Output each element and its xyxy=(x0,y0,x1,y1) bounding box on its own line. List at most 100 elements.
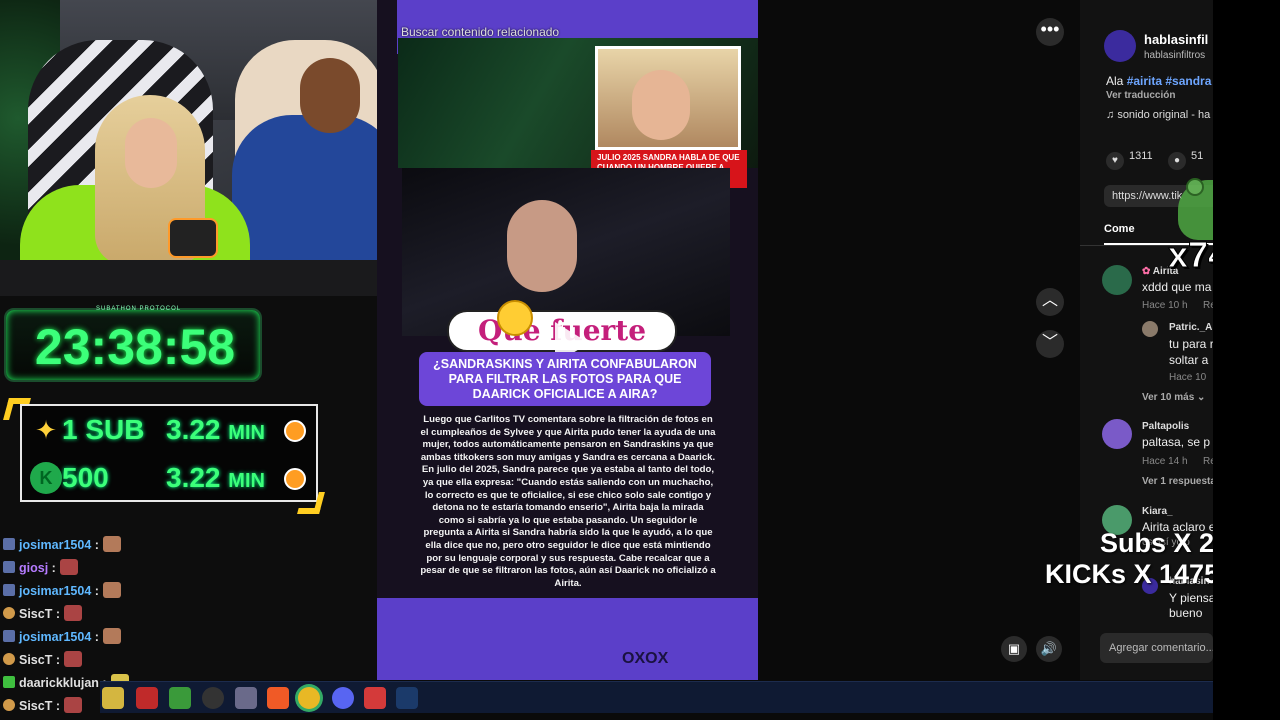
video-body-text: Luego que Carlitos TV comentara sobre la… xyxy=(420,414,716,589)
reply-link[interactable]: Re xyxy=(1203,456,1213,467)
chevron-down-icon: ⌄ xyxy=(1197,392,1206,403)
chat-message: SiscT : xyxy=(3,603,82,625)
emote-icon xyxy=(102,582,121,598)
timer-label: SUBATHON PROTOCOL xyxy=(96,306,182,312)
video-player[interactable]: Buscar contenido relacionado JULIO 2025 … xyxy=(377,0,758,680)
chat-username[interactable]: SiscT xyxy=(19,653,52,667)
brave-browser-icon[interactable] xyxy=(267,687,289,709)
app-icon[interactable] xyxy=(235,687,257,709)
chat-username[interactable]: josimar1504 xyxy=(19,538,91,552)
rate-quantity: 500 xyxy=(62,462,109,493)
chat-username[interactable]: SiscT xyxy=(19,607,52,621)
comment-author[interactable]: Kiara_ xyxy=(1142,506,1173,517)
emote-icon xyxy=(64,605,82,621)
discord-icon[interactable] xyxy=(332,687,354,709)
volume-button[interactable]: 🔊 xyxy=(1036,636,1062,662)
rate-quantity: 1 SUB xyxy=(62,414,145,445)
flower-icon: ✿ xyxy=(1142,266,1153,277)
chat-username[interactable]: josimar1504 xyxy=(19,584,91,598)
app-icon[interactable] xyxy=(136,687,158,709)
video-headline: ¿SANDRASKINS Y AIRITA CONFABULARON PARA … xyxy=(419,352,711,406)
hashtag-links[interactable]: #airita #sandra xyxy=(1127,74,1212,88)
subathon-timer: SUBATHON PROTOCOL 23:38:58 xyxy=(4,306,262,382)
screen-edge xyxy=(1213,0,1280,720)
clock-icon xyxy=(284,468,306,490)
chat-username[interactable]: daarickklujan xyxy=(19,676,99,690)
view-more-replies[interactable]: Ver 10 más ⌄ xyxy=(1142,392,1205,403)
related-search-input[interactable]: Buscar contenido relacionado xyxy=(401,25,559,39)
emote-icon xyxy=(102,536,121,552)
chat-username[interactable]: giosj xyxy=(19,561,48,575)
reply-text: bueno xyxy=(1169,606,1203,620)
app-icon[interactable] xyxy=(364,687,386,709)
add-comment-input[interactable]: Agregar comentario... xyxy=(1100,633,1213,663)
rate-row-kicks: K 500 3.22 MIN xyxy=(22,456,318,500)
streamer-right-face xyxy=(300,58,360,133)
badge-icon xyxy=(3,630,15,642)
reply-link[interactable]: Re xyxy=(1203,300,1213,311)
next-video-button[interactable]: ﹀ xyxy=(1036,330,1064,358)
pip-button[interactable]: ▣ xyxy=(1001,636,1027,662)
reply-text: Y piensa xyxy=(1169,591,1213,605)
badge-icon xyxy=(3,561,15,573)
comment-icon: ● xyxy=(1168,152,1186,170)
creator-handle: hablasinfiltros xyxy=(1144,50,1206,61)
desk xyxy=(0,260,398,296)
chat-message: giosj : xyxy=(3,557,78,579)
footer-doodle-text: OXOX xyxy=(622,650,669,667)
chat-username[interactable]: SiscT xyxy=(19,699,52,713)
like-button[interactable]: ♥ 1311 xyxy=(1106,150,1153,170)
rate-row-sub: ✦ 1 SUB 3.22 MIN xyxy=(22,408,318,452)
comment-avatar[interactable] xyxy=(1102,265,1132,295)
view-replies[interactable]: Ver 1 respuesta xyxy=(1142,476,1213,487)
emote-icon xyxy=(64,697,82,713)
comment-count-button[interactable]: ● 51 xyxy=(1168,150,1203,170)
badge-icon xyxy=(3,584,15,596)
obs-icon[interactable] xyxy=(202,687,224,709)
rate-time: 3.22 MIN xyxy=(166,462,265,493)
timer-digits: 23:38:58 xyxy=(34,319,236,375)
kick-logo-icon: K xyxy=(30,462,62,494)
chat-message: josimar1504 : xyxy=(3,626,121,648)
video-footer-graphic xyxy=(377,598,758,680)
badge-icon xyxy=(3,676,15,688)
comment-time: Hace 14 h xyxy=(1142,456,1188,467)
translate-link[interactable]: Ver traducción xyxy=(1106,90,1175,101)
badge-icon xyxy=(3,653,15,665)
tab-comments[interactable]: Come xyxy=(1104,223,1135,235)
stream-screen: SUBATHON PROTOCOL 23:38:58 ✦ 1 SUB 3.22 … xyxy=(0,0,1280,720)
chat-message: SiscT : xyxy=(3,649,82,671)
clock-icon xyxy=(284,420,306,442)
reply-avatar[interactable] xyxy=(1142,321,1158,337)
webcam-feed xyxy=(0,0,398,296)
chrome-icon[interactable] xyxy=(298,687,320,709)
sparkle-icon: ✦ xyxy=(35,415,57,445)
chat-message: josimar1504 : xyxy=(3,534,121,556)
video-photo-face xyxy=(632,70,690,140)
chat-message: josimar1504 : xyxy=(3,580,121,602)
comment-author[interactable]: Paltapolis xyxy=(1142,421,1189,432)
steam-icon[interactable] xyxy=(396,687,418,709)
previous-video-button[interactable]: ︿ xyxy=(1036,288,1064,316)
music-note-icon: ♫ xyxy=(1106,109,1118,121)
comment-text: xddd que ma xyxy=(1142,280,1212,294)
badge-icon xyxy=(3,607,15,619)
comment-avatar[interactable] xyxy=(1102,419,1132,449)
sound-link[interactable]: ♫ sonido original - ha xyxy=(1106,109,1210,121)
play-app-icon[interactable] xyxy=(169,687,191,709)
chat-username[interactable]: josimar1504 xyxy=(19,630,91,644)
app-icon[interactable] xyxy=(102,687,124,709)
streamer-left-face xyxy=(125,118,177,188)
badge-icon xyxy=(3,699,15,711)
more-options-button[interactable]: ••• xyxy=(1036,18,1064,46)
badge-icon xyxy=(3,538,15,550)
creator-avatar[interactable] xyxy=(1104,30,1136,62)
comment-text: paltasa, se p xyxy=(1142,435,1211,449)
taskbar xyxy=(100,681,1213,713)
microphone xyxy=(168,218,218,258)
emote-icon xyxy=(64,651,82,667)
creator-username[interactable]: hablasinfil xyxy=(1144,32,1208,47)
frog-eye xyxy=(1186,178,1204,196)
reply-author[interactable]: Patric._A xyxy=(1169,322,1212,333)
emoji-icon xyxy=(497,300,533,336)
